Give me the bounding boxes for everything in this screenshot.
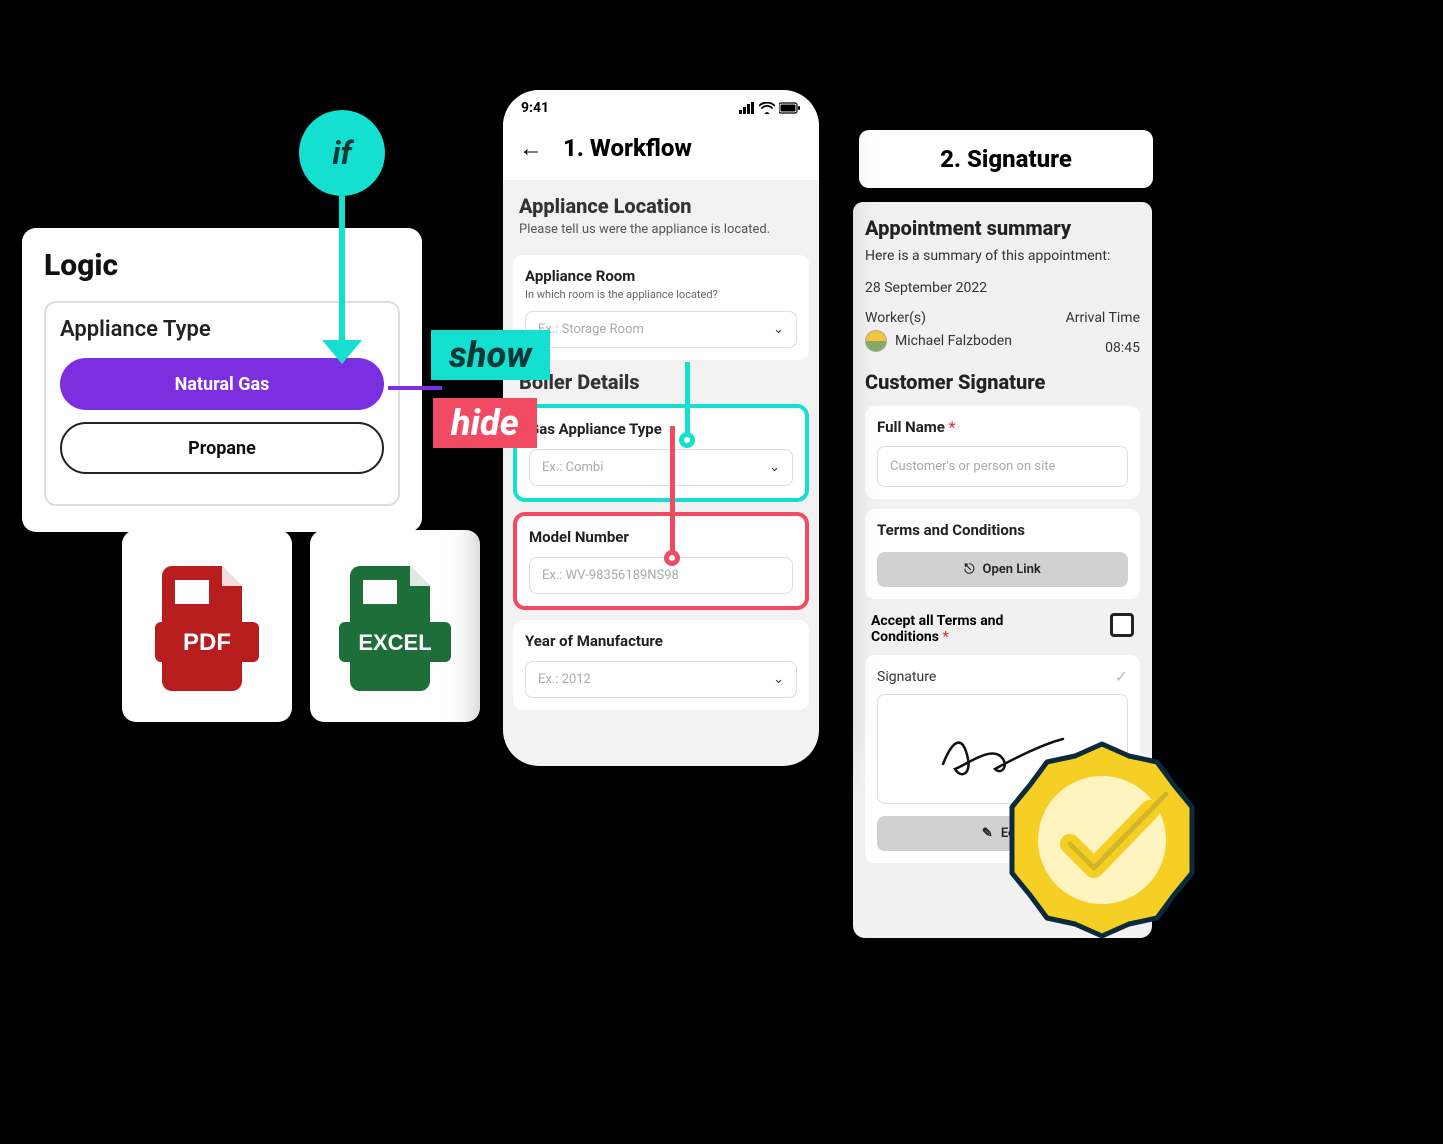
appliance-room-placeholder: Ex.: Storage Room xyxy=(538,322,644,337)
field-accept-terms: Accept all Terms and Conditions xyxy=(865,609,1140,655)
phone-header: ← 1. Workflow xyxy=(503,126,819,180)
gas-type-label: Gas Appliance Type xyxy=(529,420,793,438)
accept-terms-checkbox[interactable] xyxy=(1110,613,1134,637)
option-propane[interactable]: Propane xyxy=(60,422,384,474)
chevron-down-icon: ⌄ xyxy=(773,672,784,687)
customer-signature-title: Customer Signature xyxy=(865,370,1140,394)
show-label: show xyxy=(449,334,532,376)
open-link-button[interactable]: ⎋ Open Link xyxy=(877,552,1128,587)
model-number-label: Model Number xyxy=(529,528,793,546)
section-appliance-location-title: Appliance Location xyxy=(505,194,817,222)
appliance-room-input[interactable]: Ex.: Storage Room ⌄ xyxy=(525,311,797,348)
hide-label: hide xyxy=(451,402,519,444)
badge-hide: hide xyxy=(433,398,537,448)
status-bar: 9:41 xyxy=(503,90,819,126)
field-model-number: Model Number Ex.: WV-98356189NS98 xyxy=(513,512,809,610)
phone-title: 1. Workflow xyxy=(563,134,692,162)
back-icon[interactable]: ← xyxy=(515,132,547,164)
if-arrow-line xyxy=(339,196,345,354)
year-placeholder: Ex.: 2012 xyxy=(538,672,591,687)
connector-show-node xyxy=(679,432,695,448)
verified-seal-icon xyxy=(992,730,1212,950)
signature-label: Signature xyxy=(877,669,936,685)
field-appliance-room: Appliance Room In which room is the appl… xyxy=(513,255,809,360)
tab-signature-label: 2. Signature xyxy=(940,145,1072,173)
option-natural-gas[interactable]: Natural Gas xyxy=(60,358,384,410)
model-number-placeholder: Ex.: WV-98356189NS98 xyxy=(542,568,679,583)
connector-hide-v xyxy=(670,426,675,558)
full-name-placeholder: Customer's or person on site xyxy=(890,459,1055,474)
logic-field-group: Appliance Type Natural Gas Propane xyxy=(44,301,400,506)
field-terms: Terms and Conditions ⎋ Open Link xyxy=(865,509,1140,599)
gas-type-placeholder: Ex.: Combi xyxy=(542,460,603,475)
appliance-room-label: Appliance Room xyxy=(525,267,797,285)
option-natural-gas-label: Natural Gas xyxy=(175,374,270,395)
svg-text:EXCEL: EXCEL xyxy=(358,630,431,655)
logic-if-badge: if xyxy=(299,110,385,196)
chevron-down-icon: ⌄ xyxy=(769,460,780,475)
tab-signature[interactable]: 2. Signature xyxy=(859,130,1153,188)
open-link-icon: ⎋ xyxy=(964,562,974,577)
accept-terms-label: Accept all Terms and Conditions xyxy=(871,613,1051,645)
field-full-name: Full Name Customer's or person on site xyxy=(865,406,1140,499)
badge-show: show xyxy=(431,330,550,380)
export-pdf-card[interactable]: PDF xyxy=(122,530,292,722)
battery-icon xyxy=(779,102,801,114)
appliance-room-help: In which room is the appliance located? xyxy=(525,288,797,301)
field-gas-appliance-type: Gas Appliance Type Ex.: Combi ⌄ xyxy=(513,404,809,502)
arrival-label: Arrival Time xyxy=(1066,310,1140,326)
field-year: Year of Manufacture Ex.: 2012 ⌄ xyxy=(513,620,809,710)
if-label: if xyxy=(332,134,351,172)
appointment-date: 28 September 2022 xyxy=(865,280,1140,296)
terms-label: Terms and Conditions xyxy=(877,521,1128,539)
section-boiler-details-title: Boiler Details xyxy=(505,370,817,398)
connector-natural-gas xyxy=(388,386,442,390)
appointment-summary-sub: Here is a summary of this appointment: xyxy=(865,248,1140,264)
export-excel-card[interactable]: EXCEL xyxy=(310,530,480,722)
full-name-label: Full Name xyxy=(877,418,1128,436)
appointment-summary-title: Appointment summary xyxy=(865,216,1140,240)
workers-label: Worker(s) xyxy=(865,310,926,326)
section-appliance-location-sub: Please tell us were the appliance is loc… xyxy=(505,222,817,249)
full-name-input[interactable]: Customer's or person on site xyxy=(877,446,1128,487)
status-time: 9:41 xyxy=(521,100,549,116)
phone-screen: 9:41 ← 1. Workflow Appliance Location Pl… xyxy=(503,90,819,766)
worker-name: Michael Falzboden xyxy=(895,333,1012,349)
gas-type-input[interactable]: Ex.: Combi ⌄ xyxy=(529,449,793,486)
model-number-input[interactable]: Ex.: WV-98356189NS98 xyxy=(529,557,793,594)
logic-card: Logic Appliance Type Natural Gas Propane xyxy=(22,228,422,532)
signal-icon xyxy=(739,102,755,114)
avatar xyxy=(865,330,887,352)
arrival-time: 08:45 xyxy=(1105,340,1140,356)
appliance-type-label: Appliance Type xyxy=(60,317,384,342)
open-link-label: Open Link xyxy=(983,562,1041,577)
year-input[interactable]: Ex.: 2012 ⌄ xyxy=(525,661,797,698)
wifi-icon xyxy=(759,102,775,114)
year-label: Year of Manufacture xyxy=(525,632,797,650)
logic-title: Logic xyxy=(44,248,400,283)
connector-show-v xyxy=(685,362,690,442)
phone-mockup: 9:41 ← 1. Workflow Appliance Location Pl… xyxy=(491,78,831,778)
if-arrow-head xyxy=(322,340,362,364)
connector-hide-node xyxy=(664,550,680,566)
pdf-file-icon: PDF xyxy=(147,556,267,696)
check-icon: ✓ xyxy=(1115,667,1128,686)
chevron-down-icon: ⌄ xyxy=(773,322,784,337)
excel-file-icon: EXCEL xyxy=(335,556,455,696)
option-propane-label: Propane xyxy=(188,438,256,459)
svg-text:PDF: PDF xyxy=(183,629,231,656)
phone-body: Appliance Location Please tell us were t… xyxy=(503,180,819,734)
